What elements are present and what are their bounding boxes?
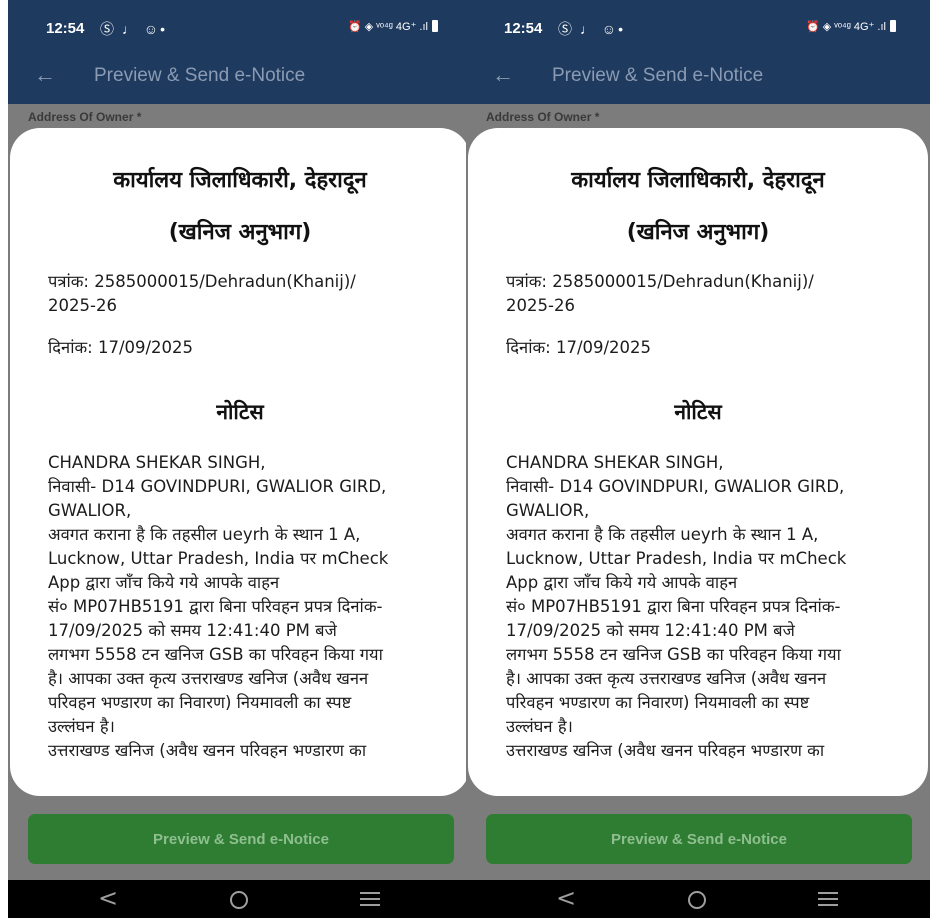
body-line: GWALIOR, [48, 501, 132, 520]
reference-number: पत्रांक: 2585000015/Dehradun(Khanij)/ 20… [506, 270, 906, 318]
office-title: कार्यालय जिलाधिकारी, देहरादून [113, 168, 367, 193]
reference-line-1: पत्रांक: 2585000015/Dehradun(Khanij)/ [506, 272, 814, 291]
body-line: सं० MP07HB5191 द्वारा बिना परिवहन प्रपत्… [48, 597, 383, 616]
signal-icons: ⏰ ◈ ᵛᵒ⁴ᵍ 4G⁺ .ıl [348, 21, 428, 33]
system-nav-bar: < [8, 880, 472, 918]
nav-back-icon[interactable]: < [98, 884, 118, 912]
body-line: App द्वारा जाँच किये गये आपके वाहन [506, 573, 738, 592]
phone-screen-right: 12:54 Ⓢ ♩ ☺• ⏰ ◈ ᵛᵒ⁴ᵍ 4G⁺ .ıl ← Preview … [466, 0, 930, 918]
nav-back-icon[interactable]: < [556, 884, 576, 912]
notice-date: दिनांक: 17/09/2025 [48, 338, 194, 357]
status-time: 12:54 [504, 20, 543, 37]
notification-icons: Ⓢ ♩ ☺• [100, 21, 167, 37]
body-line: निवासी- D14 GOVINDPURI, GWALIOR GIRD, [48, 477, 387, 496]
system-status-icons: ⏰ ◈ ᵛᵒ⁴ᵍ 4G⁺ .ıl [348, 20, 438, 33]
notice-preview-dialog: कार्यालय जिलाधिकारी, देहरादून (खनिज अनुभ… [468, 128, 928, 796]
signal-icons: ⏰ ◈ ᵛᵒ⁴ᵍ 4G⁺ .ıl [806, 21, 886, 33]
app-bar: ← Preview & Send e-Notice [8, 50, 472, 104]
body-line: अवगत कराना है कि तहसील ueyrh के स्थान 1 … [48, 525, 361, 544]
reference-line-1: पत्रांक: 2585000015/Dehradun(Khanij)/ [48, 272, 356, 291]
body-line: अवगत कराना है कि तहसील ueyrh के स्थान 1 … [506, 525, 819, 544]
nav-menu-icon[interactable] [360, 892, 380, 910]
battery-icon [890, 20, 896, 32]
notice-heading: नोटिस [674, 400, 722, 424]
body-line: 17/09/2025 को समय 12:41:40 PM बजे [506, 621, 795, 640]
status-bar: 12:54 Ⓢ ♩ ☺• ⏰ ◈ ᵛᵒ⁴ᵍ 4G⁺ .ıl [466, 0, 930, 50]
phone-screen-left: 12:54 Ⓢ ♩ ☺• ⏰ ◈ ᵛᵒ⁴ᵍ 4G⁺ .ıl ← Preview … [8, 0, 472, 918]
office-title: कार्यालय जिलाधिकारी, देहरादून [571, 168, 825, 193]
app-bar: ← Preview & Send e-Notice [466, 50, 930, 104]
body-line: लगभग 5558 टन खनिज GSB का परिवहन किया गया [48, 645, 383, 664]
address-owner-label: Address Of Owner * [486, 110, 600, 124]
body-line: परिवहन भण्डारण का निवारण) नियमावली का स्… [48, 693, 352, 712]
body-line: है। आपका उक्त कृत्य उत्तराखण्ड खनिज (अवै… [48, 669, 369, 688]
back-arrow-icon[interactable]: ← [492, 62, 514, 88]
address-owner-label: Address Of Owner * [28, 110, 142, 124]
body-line: 17/09/2025 को समय 12:41:40 PM बजे [48, 621, 337, 640]
system-nav-bar: < [466, 880, 930, 918]
nav-home-icon[interactable] [688, 891, 706, 909]
preview-send-button[interactable]: Preview & Send e-Notice [486, 814, 912, 864]
notification-icons: Ⓢ ♩ ☺• [558, 21, 625, 37]
body-line: उल्लंघन है। [506, 717, 573, 736]
body-line: GWALIOR, [506, 501, 590, 520]
nav-home-icon[interactable] [230, 891, 248, 909]
body-line: सं० MP07HB5191 द्वारा बिना परिवहन प्रपत्… [506, 597, 841, 616]
body-line: निवासी- D14 GOVINDPURI, GWALIOR GIRD, [506, 477, 845, 496]
reference-number: पत्रांक: 2585000015/Dehradun(Khanij)/ 20… [48, 270, 448, 318]
notice-body: CHANDRA SHEKAR SINGH, निवासी- D14 GOVIND… [48, 451, 448, 763]
body-line: लगभग 5558 टन खनिज GSB का परिवहन किया गया [506, 645, 841, 664]
body-line: CHANDRA SHEKAR SINGH, [506, 453, 724, 472]
status-bar: 12:54 Ⓢ ♩ ☺• ⏰ ◈ ᵛᵒ⁴ᵍ 4G⁺ .ıl [8, 0, 472, 50]
reference-line-2: 2025-26 [48, 296, 117, 315]
status-time: 12:54 [46, 20, 85, 37]
back-arrow-icon[interactable]: ← [34, 62, 56, 88]
notice-date: दिनांक: 17/09/2025 [506, 338, 652, 357]
page-title: Preview & Send e-Notice [94, 65, 306, 86]
page-title: Preview & Send e-Notice [552, 65, 764, 86]
notice-body: CHANDRA SHEKAR SINGH, निवासी- D14 GOVIND… [506, 451, 906, 763]
body-line: Lucknow, Uttar Pradesh, India पर mCheck [48, 549, 389, 568]
body-line: उत्तराखण्ड खनिज (अवैध खनन परिवहन भण्डारण… [48, 741, 367, 760]
body-line: परिवहन भण्डारण का निवारण) नियमावली का स्… [506, 693, 810, 712]
body-line: है। आपका उक्त कृत्य उत्तराखण्ड खनिज (अवै… [506, 669, 827, 688]
body-line: App द्वारा जाँच किये गये आपके वाहन [48, 573, 280, 592]
section-title: (खनिज अनुभाग) [626, 220, 770, 245]
system-status-icons: ⏰ ◈ ᵛᵒ⁴ᵍ 4G⁺ .ıl [806, 20, 896, 33]
reference-line-2: 2025-26 [506, 296, 575, 315]
nav-menu-icon[interactable] [818, 892, 838, 910]
preview-send-button[interactable]: Preview & Send e-Notice [28, 814, 454, 864]
body-line: CHANDRA SHEKAR SINGH, [48, 453, 266, 472]
body-line: उत्तराखण्ड खनिज (अवैध खनन परिवहन भण्डारण… [506, 741, 825, 760]
body-line: उल्लंघन है। [48, 717, 115, 736]
battery-icon [432, 20, 438, 32]
notice-preview-dialog: कार्यालय जिलाधिकारी, देहरादून (खनिज अनुभ… [10, 128, 470, 796]
notice-heading: नोटिस [216, 400, 264, 424]
section-title: (खनिज अनुभाग) [168, 220, 312, 245]
body-line: Lucknow, Uttar Pradesh, India पर mCheck [506, 549, 847, 568]
